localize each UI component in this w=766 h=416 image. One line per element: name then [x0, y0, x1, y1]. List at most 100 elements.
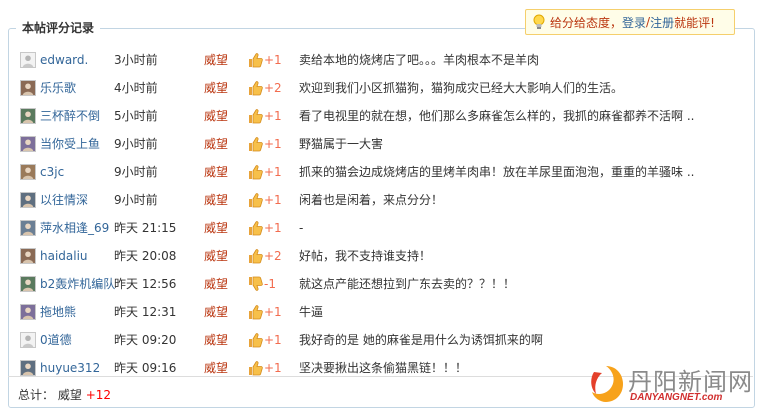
- rating-score: +1: [264, 53, 282, 67]
- panel-title: 本帖评分记录: [16, 19, 101, 36]
- lightbulb-icon: [533, 14, 545, 29]
- username-link[interactable]: haidaliu: [40, 248, 88, 264]
- user-photo-avatar[interactable]: [20, 164, 36, 180]
- rating-row: 乐乐歌 4小时前 威望 +2 欢迎到我们小区抓猫狗，猫狗成灾已经大大影响人们的生活。: [18, 74, 738, 102]
- user-photo-avatar[interactable]: [20, 220, 36, 236]
- rating-field: 威望: [204, 165, 229, 179]
- rating-field: 威望: [204, 109, 229, 123]
- rating-time: 3小时前: [114, 53, 158, 67]
- rating-reason: 好帖，我不支持谁支持！: [299, 249, 432, 263]
- username-link[interactable]: 0道德: [40, 332, 72, 348]
- rating-reason: 野猫属于一大害: [299, 137, 384, 151]
- rate-prompt-text: 给分给态度，: [550, 15, 623, 30]
- rating-field: 威望: [204, 193, 229, 207]
- user-photo-avatar[interactable]: [20, 80, 36, 96]
- rating-reason: 就这点产能还想拉到广东去卖的？？！！: [299, 277, 516, 291]
- rating-reason: 我好奇的是 她的麻雀是用什么为诱饵抓来的啊: [299, 333, 543, 347]
- watermark: 丹阳新闻网 DANYANGNET.com: [586, 360, 762, 412]
- rating-score: +1: [264, 333, 282, 347]
- rating-reason: 卖给本地的烧烤店了吧。。。羊肉根本不是羊肉: [299, 53, 540, 67]
- username-link[interactable]: 拖地熊: [40, 304, 76, 320]
- username-link[interactable]: b2轰炸机编队: [40, 276, 115, 292]
- user-photo-avatar[interactable]: [20, 360, 36, 376]
- rating-row: 当你受上鱼 9小时前 威望 +1 野猫属于一大害: [18, 130, 738, 158]
- rating-reason: 看了电视里的就在想，他们那么多麻雀怎么样的，我抓的麻雀都养不活啊 ..: [299, 109, 695, 123]
- rating-score: +1: [264, 165, 282, 179]
- rating-time: 9小时前: [114, 193, 158, 207]
- rating-row: 拖地熊 昨天 12:31 威望 +1 牛逼: [18, 298, 738, 326]
- sun-logo-icon: [591, 366, 623, 402]
- rating-time: 9小时前: [114, 165, 158, 179]
- thumbs-up-icon: [249, 221, 263, 236]
- rating-row: 萍水相逢_69 昨天 21:15 威望 +1 -: [18, 214, 738, 242]
- rating-row: 0道德 昨天 09:20 威望 +1 我好奇的是 她的麻雀是用什么为诱饵抓来的啊: [18, 326, 738, 354]
- rating-field: 威望: [204, 81, 229, 95]
- rating-reason: 牛逼: [299, 305, 324, 319]
- rating-time: 5小时前: [114, 109, 158, 123]
- rating-time: 9小时前: [114, 137, 158, 151]
- rating-score: +1: [264, 305, 282, 319]
- total-field: 威望: [57, 388, 82, 402]
- user-photo-avatar[interactable]: [20, 276, 36, 292]
- watermark-en: DANYANGNET.com: [630, 392, 723, 403]
- user-photo-avatar[interactable]: [20, 108, 36, 124]
- username-link[interactable]: c3jc: [40, 164, 64, 180]
- rating-reason: 欢迎到我们小区抓猫狗，猫狗成灾已经大大影响人们的生活。: [299, 81, 624, 95]
- username-link[interactable]: edward.: [40, 52, 88, 68]
- username-link[interactable]: 当你受上鱼: [40, 136, 100, 152]
- default-avatar[interactable]: [20, 52, 36, 68]
- thumbs-up-icon: [249, 361, 263, 376]
- thumbs-up-icon: [249, 305, 263, 320]
- rate-prompt: 给分给态度， 登录 / 注册 就能评!: [525, 9, 735, 35]
- rating-row: 三杯醉不倒 5小时前 威望 +1 看了电视里的就在想，他们那么多麻雀怎么样的，我抓的麻雀…: [18, 102, 738, 130]
- rating-time: 昨天 20:08: [114, 249, 177, 263]
- login-link[interactable]: 登录: [622, 14, 646, 31]
- register-link[interactable]: 注册: [650, 14, 674, 31]
- rating-field: 威望: [204, 333, 229, 347]
- rating-field: 威望: [204, 221, 229, 235]
- rating-row: c3jc 9小时前 威望 +1 抓来的猫会边成烧烤店的里烤羊肉串！放在羊尿里面泡泡，重重…: [18, 158, 738, 186]
- user-photo-avatar[interactable]: [20, 248, 36, 264]
- rating-score: -1: [264, 277, 276, 291]
- rating-time: 昨天 12:31: [114, 305, 177, 319]
- thumbs-up-icon: [249, 333, 263, 348]
- rating-score: +1: [264, 193, 282, 207]
- rating-field: 威望: [204, 137, 229, 151]
- rating-reason: 抓来的猫会边成烧烤店的里烤羊肉串！放在羊尿里面泡泡，重重的羊骚味 ..: [299, 165, 695, 179]
- username-link[interactable]: 三杯醉不倒: [40, 108, 100, 124]
- username-link[interactable]: huyue312: [40, 360, 100, 376]
- rating-row: 以往情深 9小时前 威望 +1 闲着也是闲着，来点分分！: [18, 186, 738, 214]
- thumbs-up-icon: [249, 137, 263, 152]
- rating-score: +2: [264, 249, 282, 263]
- rating-time: 昨天 09:20: [114, 333, 177, 347]
- rating-time: 昨天 09:16: [114, 361, 177, 375]
- rating-row: edward. 3小时前 威望 +1 卖给本地的烧烤店了吧。。。羊肉根本不是羊肉: [18, 46, 738, 74]
- username-link[interactable]: 以往情深: [40, 192, 88, 208]
- rating-field: 威望: [204, 249, 229, 263]
- rating-time: 昨天 21:15: [114, 221, 177, 235]
- thumbs-down-icon: [249, 276, 263, 291]
- rating-score: +1: [264, 361, 282, 375]
- rating-score: +2: [264, 81, 282, 95]
- rating-reason: 闲着也是闲着，来点分分！: [299, 193, 444, 207]
- user-photo-avatar[interactable]: [20, 192, 36, 208]
- thumbs-up-icon: [249, 193, 263, 208]
- rating-field: 威望: [204, 361, 229, 375]
- thumbs-up-icon: [249, 165, 263, 180]
- rating-row: b2轰炸机编队 昨天 12:56 威望 -1 就这点产能还想拉到广东去卖的？？！！: [18, 270, 738, 298]
- rating-row: haidaliu 昨天 20:08 威望 +2 好帖，我不支持谁支持！: [18, 242, 738, 270]
- total-score: +12: [85, 388, 112, 402]
- user-photo-avatar[interactable]: [20, 136, 36, 152]
- default-avatar[interactable]: [20, 332, 36, 348]
- thumbs-up-icon: [249, 53, 263, 68]
- rating-reason: -: [299, 221, 304, 235]
- rating-score: +1: [264, 221, 282, 235]
- rating-score: +1: [264, 137, 282, 151]
- rating-field: 威望: [204, 277, 229, 291]
- thumbs-up-icon: [249, 109, 263, 124]
- username-link[interactable]: 乐乐歌: [40, 80, 76, 96]
- username-link[interactable]: 萍水相逢_69: [40, 220, 109, 236]
- user-photo-avatar[interactable]: [20, 304, 36, 320]
- rating-field: 威望: [204, 305, 229, 319]
- total-line: 总计： 威望 +12: [18, 386, 111, 403]
